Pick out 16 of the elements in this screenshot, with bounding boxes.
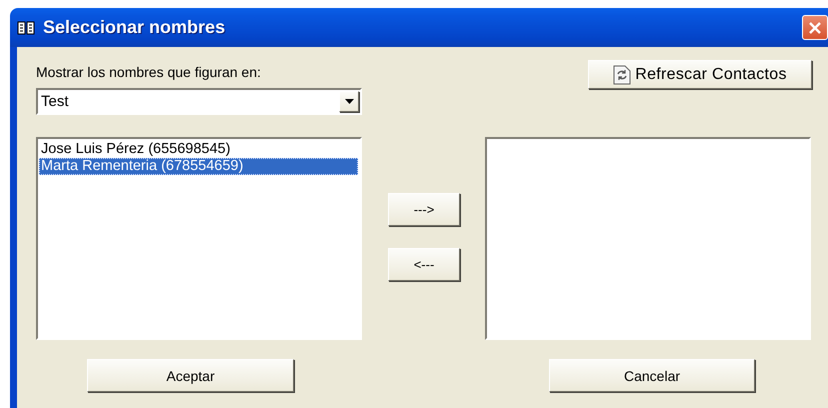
refresh-contacts-button[interactable]: Refrescar Contactos [588,60,812,89]
add-button[interactable]: ---> [388,193,460,226]
name-list-item[interactable]: Marta Rementeria (678554659) [39,158,358,175]
remove-button[interactable]: <--- [388,248,460,281]
window-title: Seleccionar nombres [43,17,226,38]
cancel-button[interactable]: Cancelar [549,359,755,392]
caret-icon [344,99,354,104]
close-icon [808,20,822,34]
source-label: Mostrar los nombres que figuran en: [36,64,261,80]
close-button[interactable] [802,15,828,40]
dropdown-button[interactable] [339,91,359,112]
address-book-dropdown[interactable]: Test [36,88,362,115]
refresh-icon [613,64,632,84]
name-list-item[interactable]: Jose Luis Pérez (655698545) [39,141,358,158]
accept-button[interactable]: Aceptar [87,359,294,392]
address-book-icon [17,20,35,36]
